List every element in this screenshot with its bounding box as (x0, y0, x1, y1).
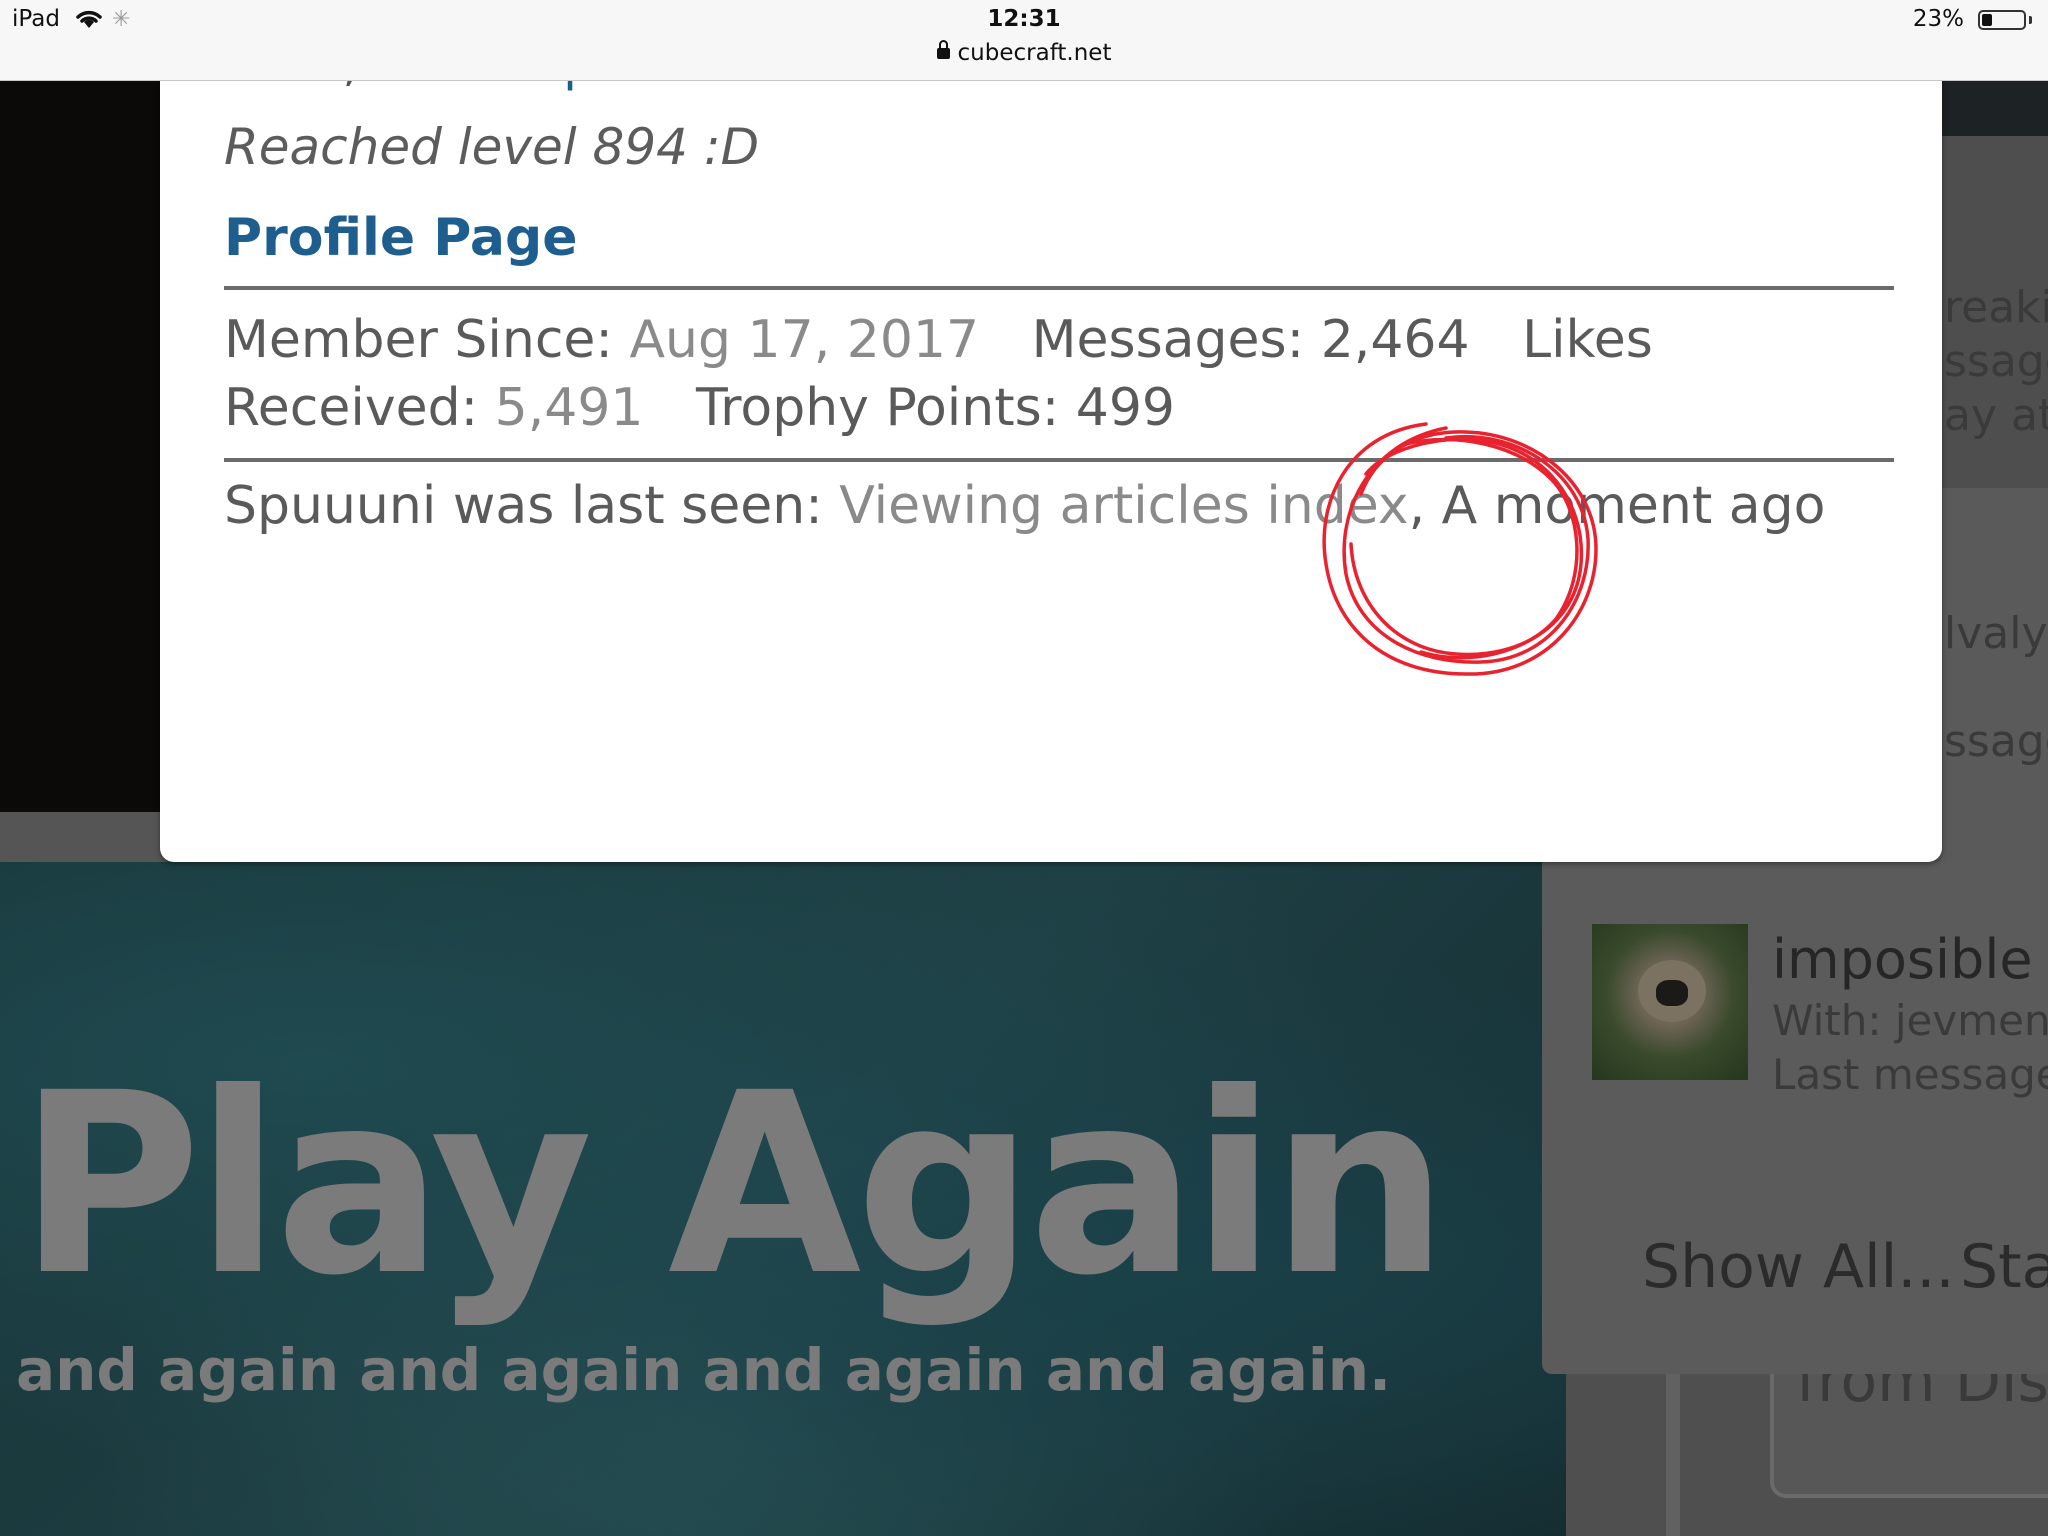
battery-tip-icon (2029, 16, 2032, 24)
banner-subtitle: and again and again and again and again. (16, 1336, 1392, 1404)
ios-status-bar: iPad ✳ 12:31 cubecraft.net 23% (0, 0, 2048, 81)
status-time: 12:31 (987, 6, 1061, 32)
member-custom-title: Reached level 894 :D (224, 118, 760, 176)
messages-value[interactable]: 2,464 (1321, 310, 1470, 370)
messages-label: Messages: (1031, 310, 1305, 370)
battery-percentage: 23% (1912, 6, 1964, 32)
trophy-points-label: Trophy Points: (696, 378, 1060, 438)
background-side-text: ay at 1 (1944, 390, 2048, 441)
avatar-pug-face (1638, 960, 1706, 1022)
address-bar[interactable]: cubecraft.net (0, 40, 2048, 66)
last-seen-label: Spuuuni was last seen: (224, 476, 823, 536)
member-location-link[interactable]: Feprotland (506, 80, 772, 92)
background-side-text: reaki (1944, 282, 2048, 333)
conversation-last-message: Last message (1772, 1050, 2048, 1099)
background-footer-divider (1666, 1374, 1680, 1536)
conversation-participants: With: jevmen, (1772, 996, 2048, 1045)
conversation-title: imposible (1772, 928, 2033, 991)
trophy-points-value[interactable]: 499 (1076, 378, 1175, 438)
background-side-text: ssage (1944, 716, 2048, 767)
show-all-link: Show All... (1642, 1232, 1955, 1302)
background-side-text: ssage (1944, 336, 2048, 387)
battery-icon (1978, 10, 2026, 30)
start-conversation-link: Sta (1960, 1232, 2048, 1302)
member-gender-location: Male, from Feprotland (224, 80, 773, 92)
background-dark-panel (0, 80, 160, 812)
banner-title: Play Again (18, 1039, 1449, 1330)
address-url[interactable]: cubecraft.net (958, 40, 1112, 66)
divider (224, 286, 1894, 290)
member-tooltip-card: Male, from Feprotland Reached level 894 … (160, 80, 1942, 862)
lock-icon (936, 40, 950, 59)
member-since-label: Member Since: (224, 310, 613, 370)
profile-page-link[interactable]: Profile Page (224, 208, 578, 268)
likes-received-value: 5,491 (494, 378, 644, 438)
background-sidebar-header (1940, 80, 2048, 136)
member-since-value: Aug 17, 2017 (629, 310, 980, 370)
red-circle-annotation (1322, 422, 1598, 676)
background-side-text: lvaly (1944, 608, 2048, 659)
